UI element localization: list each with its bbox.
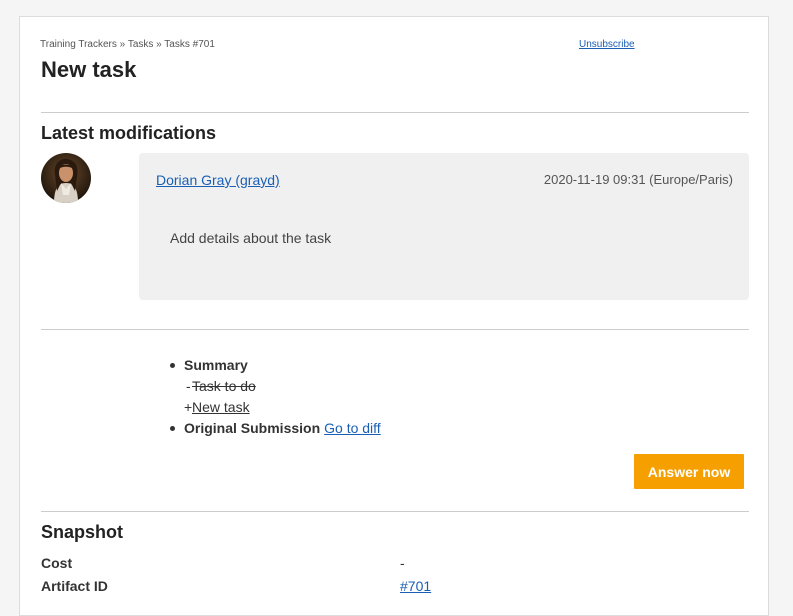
page-title: New task <box>41 57 137 82</box>
old-value: Task to do <box>192 378 256 394</box>
new-value: New task <box>192 399 250 415</box>
original-submission-label: Original Submission <box>184 420 321 436</box>
change-label: Summary <box>184 357 248 373</box>
go-to-diff-link[interactable]: Go to diff <box>324 420 381 436</box>
removed-sign: - <box>186 378 191 394</box>
divider <box>41 329 749 330</box>
bullet-icon <box>170 426 175 431</box>
divider <box>41 511 749 512</box>
artifact-id-link[interactable]: #701 <box>400 578 431 594</box>
added-sign: + <box>184 399 193 415</box>
bullet-icon <box>170 363 175 368</box>
change-label: Original Submission Go to diff <box>184 418 381 439</box>
breadcrumb: Training Trackers » Tasks » Tasks #701 <box>40 39 215 50</box>
notification-card: Training Trackers » Tasks » Tasks #701 U… <box>19 16 769 616</box>
comment-text: Add details about the task <box>170 230 332 246</box>
author-link[interactable]: Dorian Gray (grayd) <box>156 172 280 188</box>
unsubscribe-link[interactable]: Unsubscribe <box>579 39 635 50</box>
avatar <box>41 153 91 203</box>
field-label-artifact-id: Artifact ID <box>41 578 108 594</box>
comment-timestamp: 2020-11-19 09:31 (Europe/Paris) <box>543 172 733 187</box>
field-label-cost: Cost <box>41 555 73 571</box>
snapshot-heading: Snapshot <box>41 522 124 542</box>
comment-box: Dorian Gray (grayd) 2020-11-19 09:31 (Eu… <box>139 153 749 300</box>
user-avatar-icon <box>41 153 91 203</box>
divider <box>41 112 749 113</box>
latest-modifications-heading: Latest modifications <box>41 123 217 143</box>
answer-now-button[interactable]: Answer now <box>634 454 744 489</box>
field-value-cost: - <box>400 555 405 571</box>
